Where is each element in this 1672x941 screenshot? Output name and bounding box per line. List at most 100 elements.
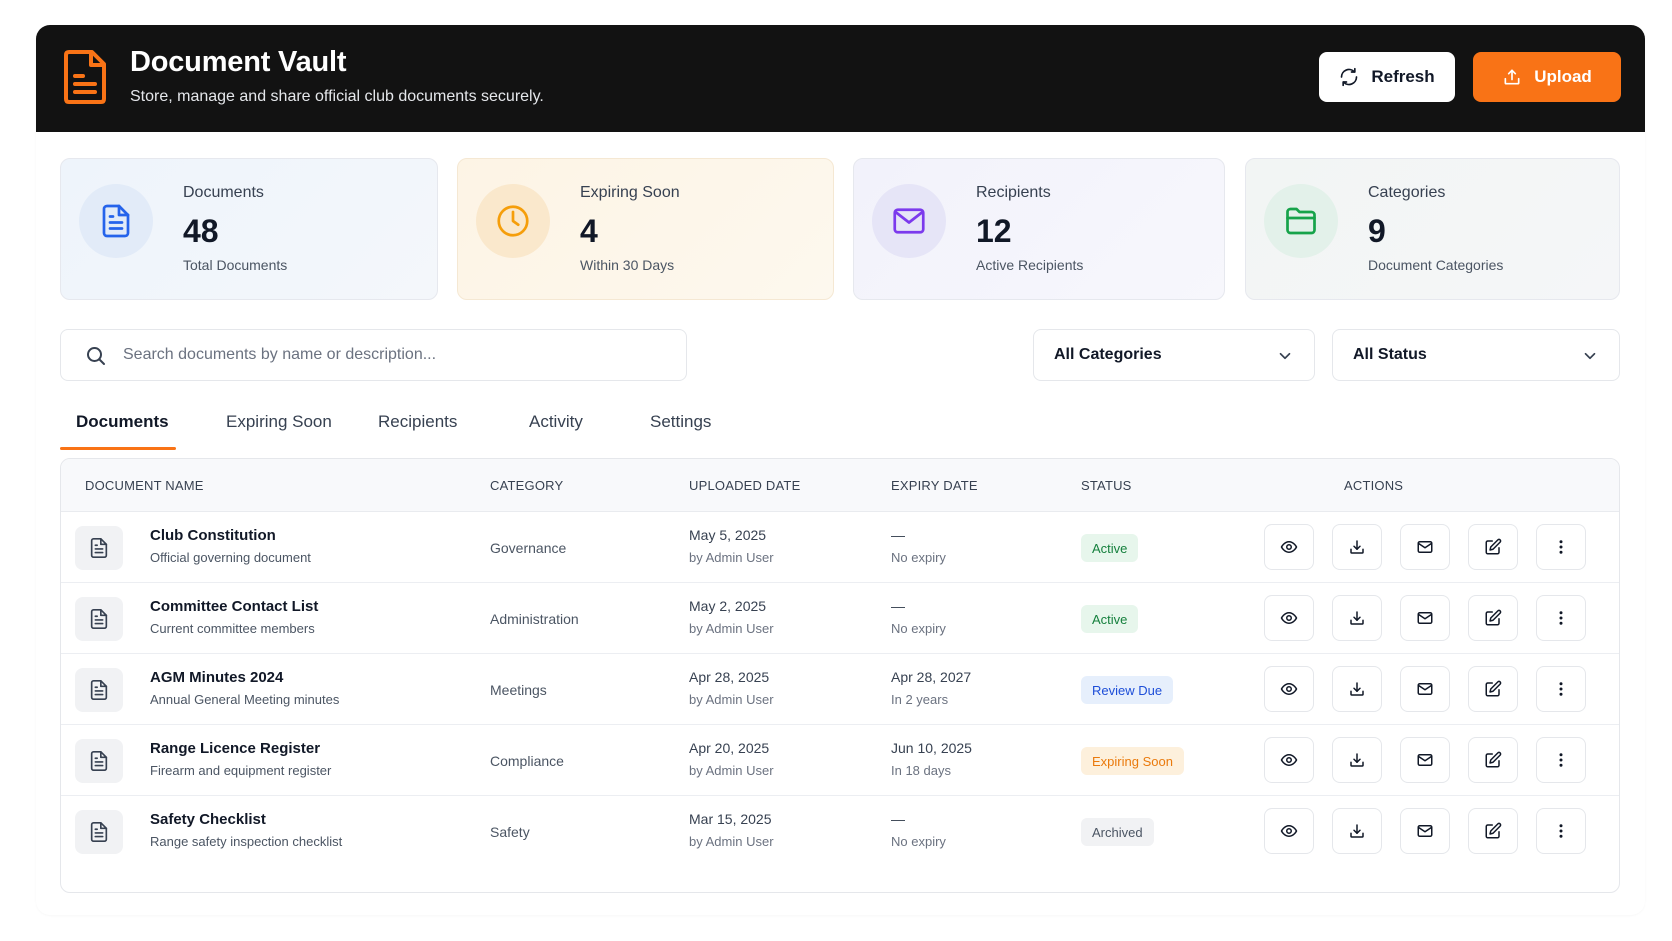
app-header: Document Vault Store, manage and share o… [36, 25, 1645, 132]
tab-recipients[interactable]: Recipients [378, 412, 457, 432]
stat-card-documents: Documents 48 Total Documents [60, 158, 438, 300]
doc-icon-wrap [75, 739, 123, 783]
document-description: Range safety inspection checklist [150, 834, 343, 849]
tab-activity[interactable]: Activity [529, 412, 583, 432]
expiry-note: No expiry [891, 550, 946, 565]
download-icon [1350, 611, 1364, 625]
more-button[interactable] [1536, 666, 1586, 712]
stat-label: Documents [183, 184, 264, 201]
document-icon [64, 50, 106, 104]
document-description: Current committee members [150, 621, 315, 636]
search-icon [87, 347, 105, 365]
more-button[interactable] [1536, 737, 1586, 783]
document-name[interactable]: AGM Minutes 2024 [150, 669, 283, 686]
expiry-note: In 18 days [891, 763, 951, 778]
download-button[interactable] [1332, 808, 1382, 854]
edit-icon [1485, 822, 1502, 839]
tab-bar: Documents Expiring Soon Recipients Activ… [60, 400, 1620, 450]
view-button[interactable] [1264, 808, 1314, 854]
doc-icon-wrap [75, 810, 123, 854]
stat-card-expiring: Expiring Soon 4 Within 30 Days [457, 158, 834, 300]
expiry-date: — [891, 598, 905, 614]
send-email-button[interactable] [1400, 737, 1450, 783]
send-email-button[interactable] [1400, 808, 1450, 854]
tab-settings[interactable]: Settings [650, 412, 711, 432]
doc-icon-wrap [75, 597, 123, 641]
tab-documents[interactable]: Documents [76, 412, 169, 432]
file-icon [90, 609, 108, 629]
more-button[interactable] [1536, 595, 1586, 641]
document-description: Annual General Meeting minutes [150, 692, 340, 707]
tab-expiring-soon[interactable]: Expiring Soon [226, 412, 332, 432]
table-header: DOCUMENT NAME CATEGORY UPLOADED DATE EXP… [61, 459, 1619, 512]
table-row: Club Constitution Official governing doc… [61, 512, 1619, 583]
stat-icon-wrap [872, 184, 946, 258]
stat-card-categories: Categories 9 Document Categories [1245, 158, 1620, 300]
document-category: Governance [490, 540, 567, 556]
uploaded-by: by Admin User [689, 692, 774, 707]
edit-icon [1485, 538, 1502, 555]
send-email-button[interactable] [1400, 524, 1450, 570]
category-select[interactable]: All Categories [1033, 329, 1315, 381]
send-email-button[interactable] [1400, 595, 1450, 641]
stat-desc: Document Categories [1368, 257, 1504, 273]
download-icon [1350, 753, 1364, 767]
document-category: Meetings [490, 682, 547, 698]
file-icon [90, 751, 108, 771]
document-name[interactable]: Committee Contact List [150, 598, 318, 615]
stat-desc: Within 30 Days [580, 257, 675, 273]
status-badge: Archived [1081, 818, 1154, 846]
search-input[interactable] [123, 330, 673, 380]
view-button[interactable] [1264, 666, 1314, 712]
more-button[interactable] [1536, 808, 1586, 854]
clock-icon [497, 205, 529, 237]
edit-button[interactable] [1468, 737, 1518, 783]
column-header: STATUS [1081, 478, 1132, 493]
folder-icon [1286, 207, 1316, 235]
column-header: ACTIONS [1344, 478, 1404, 493]
edit-button[interactable] [1468, 524, 1518, 570]
row-actions [1264, 808, 1586, 854]
edit-button[interactable] [1468, 666, 1518, 712]
stat-value: 12 [976, 213, 1012, 249]
uploaded-date: Mar 15, 2025 [689, 811, 772, 827]
page-title: Document Vault [130, 46, 347, 78]
mail-icon [893, 208, 925, 234]
refresh-button[interactable]: Refresh [1319, 52, 1455, 102]
send-email-button[interactable] [1400, 666, 1450, 712]
row-actions [1264, 737, 1586, 783]
download-icon [1350, 540, 1364, 554]
upload-button[interactable]: Upload [1473, 52, 1621, 102]
edit-icon [1485, 680, 1502, 697]
edit-button[interactable] [1468, 595, 1518, 641]
status-select[interactable]: All Status [1332, 329, 1620, 381]
uploaded-by: by Admin User [689, 834, 774, 849]
column-header: DOCUMENT NAME [85, 478, 204, 493]
view-button[interactable] [1264, 524, 1314, 570]
document-name[interactable]: Range Licence Register [150, 740, 320, 757]
download-button[interactable] [1332, 595, 1382, 641]
download-button[interactable] [1332, 666, 1382, 712]
more-button[interactable] [1536, 524, 1586, 570]
expiry-date: — [891, 527, 905, 543]
edit-button[interactable] [1468, 808, 1518, 854]
document-name[interactable]: Club Constitution [150, 527, 276, 544]
download-button[interactable] [1332, 524, 1382, 570]
status-select-value: All Status [1353, 346, 1427, 363]
upload-icon [1504, 69, 1520, 85]
doc-icon-wrap [75, 526, 123, 570]
file-icon [90, 538, 108, 558]
status-badge: Review Due [1081, 676, 1174, 704]
expiry-date: Jun 10, 2025 [891, 740, 972, 756]
page-subtitle: Store, manage and share official club do… [130, 88, 544, 105]
expiry-note: In 2 years [891, 692, 949, 707]
column-header: EXPIRY DATE [891, 478, 978, 493]
view-button[interactable] [1264, 737, 1314, 783]
expiry-note: No expiry [891, 834, 946, 849]
row-actions [1264, 666, 1586, 712]
download-button[interactable] [1332, 737, 1382, 783]
eye-icon [1280, 683, 1298, 695]
view-button[interactable] [1264, 595, 1314, 641]
mail-icon [1417, 683, 1433, 695]
document-name[interactable]: Safety Checklist [150, 811, 266, 828]
